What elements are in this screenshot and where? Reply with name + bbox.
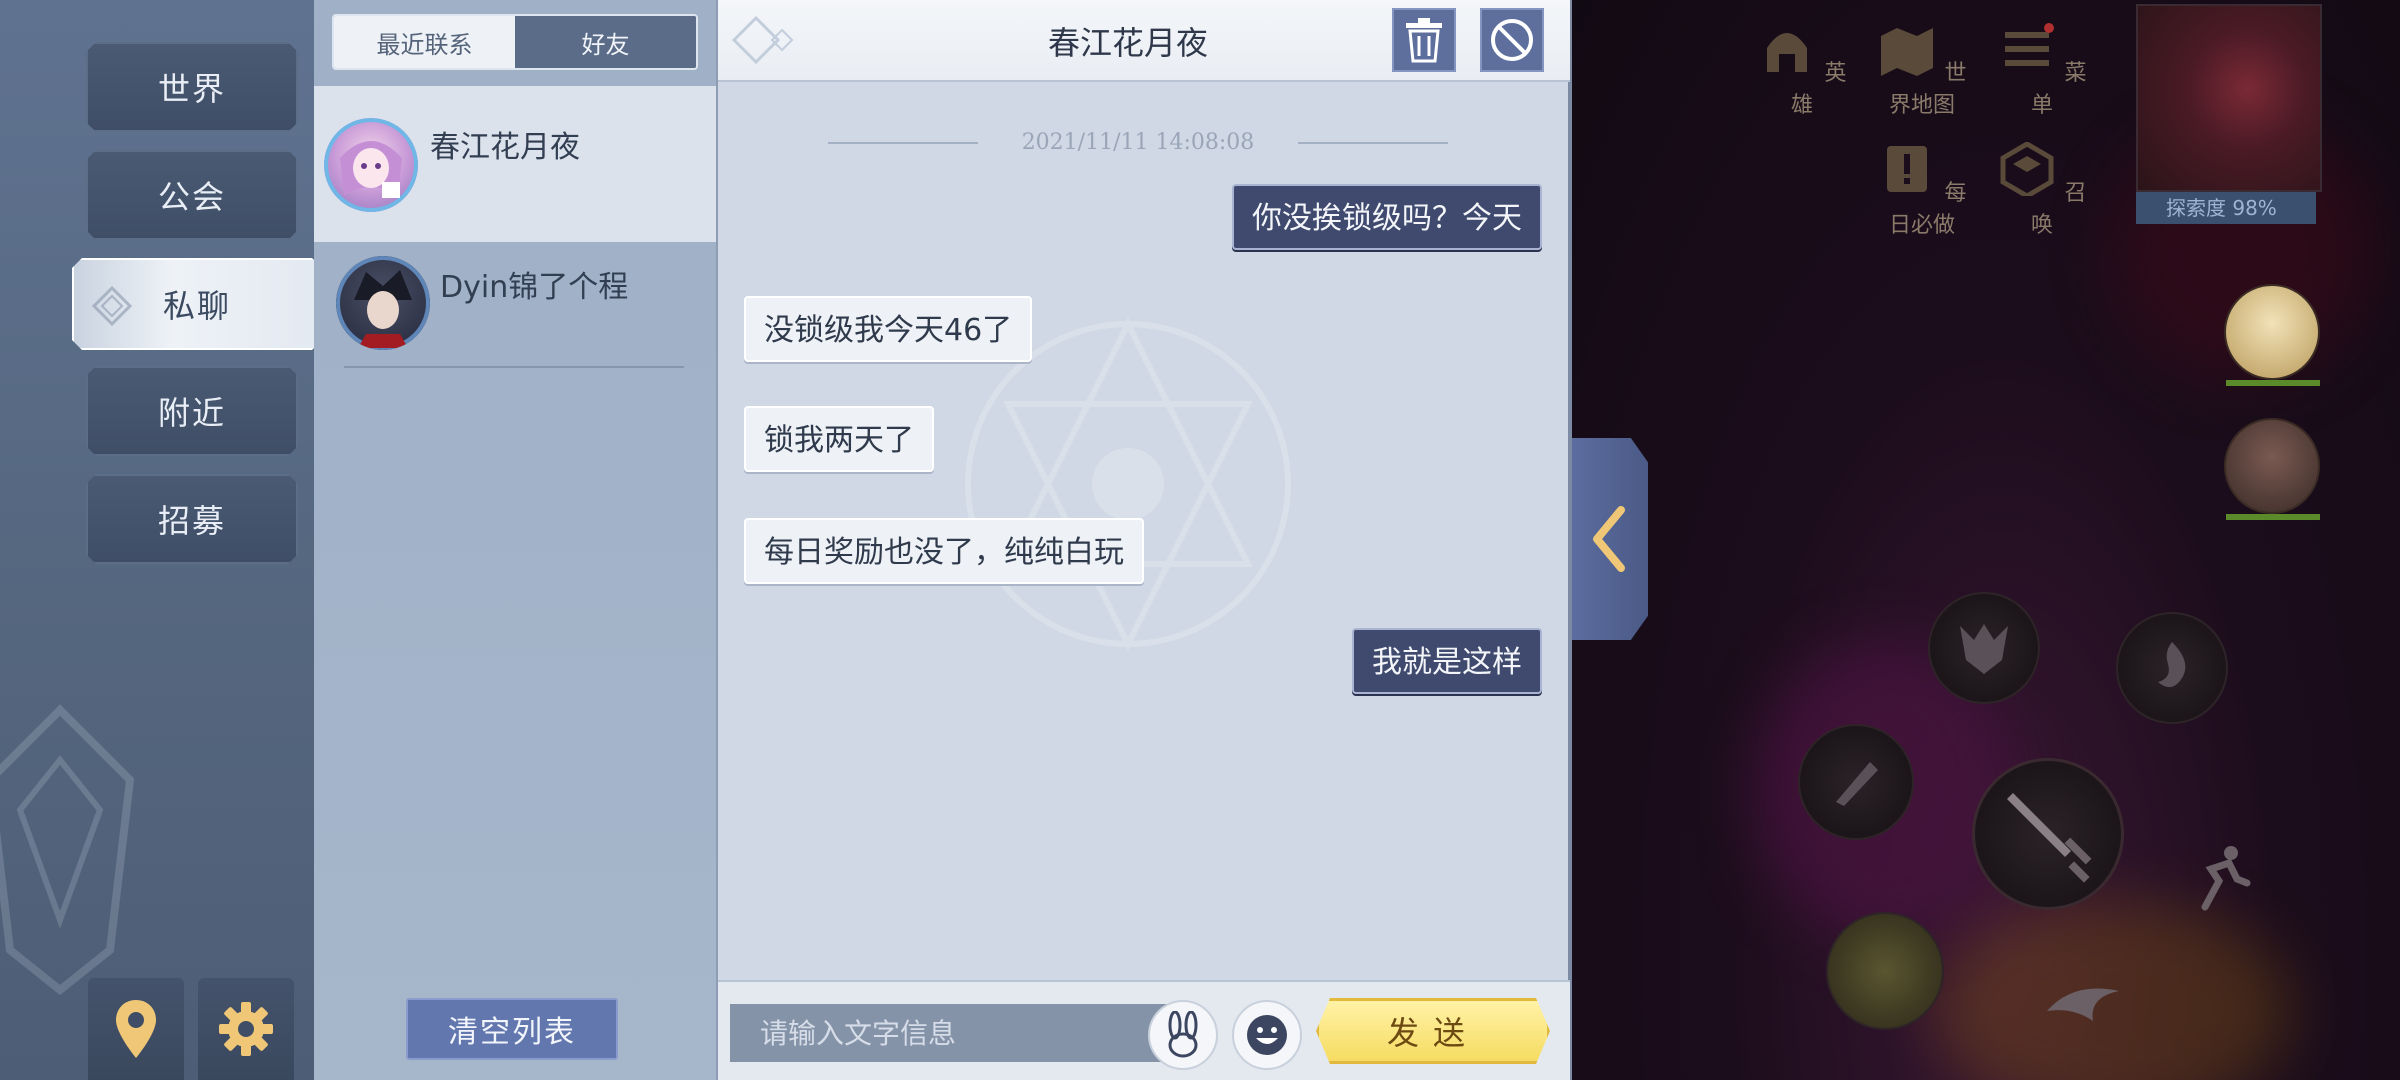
main-menu-button[interactable]: 菜单 [1992, 22, 2092, 119]
tab-friends[interactable]: 好友 [515, 16, 696, 68]
message-timestamp: 2021/11/11 14:08:08 [1021, 130, 1255, 155]
delete-chat-button[interactable] [1392, 8, 1456, 72]
summon-icon [2000, 141, 2054, 199]
summon-button[interactable]: 召唤 [1992, 141, 2092, 239]
party-hero-portrait[interactable] [2224, 418, 2320, 514]
hero-menu-button[interactable]: 英雄 [1752, 22, 1852, 119]
world-map-button[interactable]: 世界地图 [1872, 22, 1972, 119]
game-scene: 英雄 世界地图 菜单 每日必做 召唤 探索度 98% [1572, 0, 2400, 1080]
dodge-run-icon [2201, 846, 2251, 911]
contact-list-panel: 最近联系 好友 春江花月夜 Dyin锦了个程 清空列表 [314, 0, 716, 1080]
smiley-icon [1247, 1015, 1287, 1055]
avatar [324, 118, 418, 212]
nav-private-chat[interactable]: 私聊 [72, 258, 314, 350]
anime-girl-avatar-icon [324, 118, 418, 212]
skill-demon-button[interactable] [1928, 592, 2040, 704]
party-hero-portrait[interactable] [2224, 284, 2320, 380]
exploration-progress: 探索度 98% [2136, 192, 2316, 224]
block-user-button[interactable] [1480, 8, 1544, 72]
dark-hero-avatar-icon [336, 256, 430, 350]
hero-hp-bar [2226, 514, 2320, 520]
demon-mask-icon [1960, 624, 2008, 674]
trash-icon [1406, 18, 1442, 63]
nav-world-label: 世界 [157, 70, 226, 108]
location-button[interactable] [88, 978, 184, 1080]
block-icon [1491, 19, 1533, 61]
contact-item[interactable]: 春江花月夜 [314, 86, 716, 242]
timestamp-row: 2021/11/11 14:08:08 [828, 124, 1448, 164]
message-input[interactable] [730, 1004, 1172, 1062]
avatar [336, 256, 430, 350]
hero-hp-bar [2226, 380, 2320, 386]
emoji-button[interactable] [1232, 1000, 1302, 1070]
sticker-button[interactable] [1148, 1000, 1218, 1070]
flame-swirl-icon [2158, 642, 2186, 688]
menu-icon [2005, 23, 2055, 66]
contact-item[interactable]: Dyin锦了个程 [314, 244, 716, 400]
nav-recruit-label: 招募 [157, 502, 226, 540]
dodge-button[interactable] [2170, 828, 2270, 928]
collapse-chat-button[interactable] [1572, 438, 1648, 640]
wing-jump-icon [2047, 988, 2119, 1021]
chat-panel: 春江花月夜 2021/11/11 14:08:08 你没挨锁级吗？今天 没锁级我… [716, 0, 1572, 1080]
map-icon [1881, 28, 1934, 76]
outgoing-message: 你没挨锁级吗？今天 [1232, 184, 1542, 250]
slash-icon [1836, 762, 1878, 806]
channel-nav: 世界 公会 私聊 附近 招募 [0, 0, 314, 1080]
message-composer: 发送 [718, 980, 1570, 1080]
daily-quest-icon [1887, 146, 1928, 192]
skill-slash-button[interactable] [1798, 724, 1914, 840]
emblem-watermark-icon [0, 704, 135, 996]
nav-nearby[interactable]: 附近 [86, 366, 298, 456]
skill-flame-button[interactable] [2116, 612, 2228, 724]
diamond-deco-icon [92, 286, 132, 326]
helmet-icon [1767, 33, 1808, 72]
tab-recent-contacts[interactable]: 最近联系 [334, 16, 515, 68]
daily-quest-button[interactable]: 每日必做 [1872, 142, 1972, 239]
location-pin-icon [116, 1000, 156, 1058]
nav-nearby-label: 附近 [157, 394, 226, 432]
nav-guild-label: 公会 [157, 178, 226, 216]
send-button[interactable]: 发送 [1316, 998, 1550, 1064]
settings-button[interactable] [198, 978, 294, 1080]
chat-header: 春江花月夜 [718, 0, 1570, 82]
sword-icon [2007, 793, 2092, 883]
outgoing-message: 我就是这样 [1352, 628, 1542, 694]
list-divider [344, 366, 684, 368]
attack-button[interactable] [1972, 758, 2124, 910]
minimap[interactable] [2136, 4, 2322, 192]
incoming-message: 没锁级我今天46了 [744, 296, 1033, 362]
nav-world[interactable]: 世界 [86, 42, 298, 132]
contact-name: 春江花月夜 [430, 130, 580, 165]
clear-list-button[interactable]: 清空列表 [406, 998, 618, 1060]
nav-guild[interactable]: 公会 [86, 150, 298, 240]
rabbit-sticker-icon [1168, 1011, 1198, 1058]
chevron-left-icon [1593, 506, 1625, 572]
nav-private-chat-label: 私聊 [162, 287, 231, 325]
message-area[interactable]: 2021/11/11 14:08:08 你没挨锁级吗？今天 没锁级我今天46了 … [718, 84, 1570, 980]
companion-portrait[interactable] [1826, 912, 1944, 1030]
contact-name: Dyin锦了个程 [440, 270, 629, 305]
gear-icon [219, 1002, 273, 1056]
nav-recruit[interactable]: 招募 [86, 474, 298, 564]
contact-tab-bar: 最近联系 好友 [332, 14, 698, 70]
jump-button[interactable] [2038, 966, 2128, 1036]
incoming-message: 每日奖励也没了，纯纯白玩 [744, 518, 1144, 584]
incoming-message: 锁我两天了 [744, 406, 934, 472]
